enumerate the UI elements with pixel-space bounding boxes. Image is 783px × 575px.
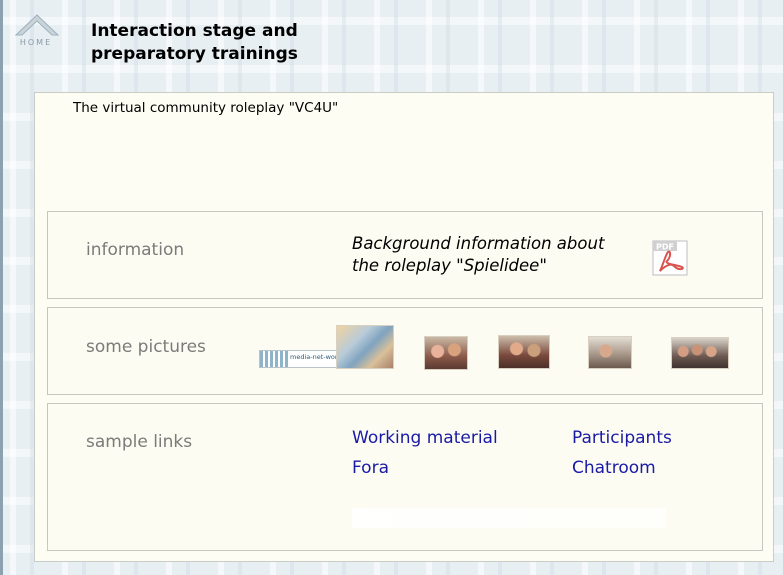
link-participants[interactable]: Participants	[572, 428, 672, 448]
link-fora[interactable]: Fora	[352, 458, 389, 478]
link-chatroom[interactable]: Chatroom	[572, 458, 656, 478]
sample-links-label: sample links	[86, 432, 193, 452]
background-info-line-2: the roleplay "Spielidee"	[352, 256, 547, 275]
page-title: Interaction stage and preparatory traini…	[91, 20, 411, 66]
left-edge-bar	[0, 0, 3, 575]
logo-bars	[260, 351, 290, 367]
sample-links-section: sample links Working material Participan…	[47, 403, 763, 551]
picture-thumbnail-1[interactable]	[336, 325, 394, 369]
page-title-line-2: preparatory trainings	[91, 44, 298, 64]
picture-thumbnail-5[interactable]	[671, 337, 729, 369]
home-roof-icon	[15, 14, 59, 36]
pdf-icon[interactable]: PDF	[652, 240, 688, 276]
page-title-line-1: Interaction stage and	[91, 21, 298, 41]
pictures-section: some pictures media-net-works	[47, 307, 763, 395]
picture-thumbnail-3[interactable]	[498, 335, 550, 369]
picture-thumbnail-2[interactable]	[424, 336, 468, 370]
pdf-icon-text: PDF	[656, 243, 674, 252]
section-subtitle: The virtual community roleplay "VC4U"	[73, 100, 339, 116]
pictures-label: some pictures	[86, 337, 206, 357]
background-info-line-1: Background information about	[352, 234, 605, 253]
information-label: information	[86, 240, 185, 260]
link-working-material[interactable]: Working material	[352, 428, 498, 448]
home-label: HOME	[19, 38, 53, 47]
information-section: information Background information about…	[47, 211, 763, 299]
faded-strip	[352, 508, 666, 528]
main-panel: The virtual community roleplay "VC4U" in…	[34, 92, 774, 562]
picture-thumbnail-4[interactable]	[588, 336, 632, 369]
background-info-link[interactable]: Background information about the rolepla…	[352, 233, 652, 277]
home-button[interactable]: HOME	[12, 14, 60, 50]
